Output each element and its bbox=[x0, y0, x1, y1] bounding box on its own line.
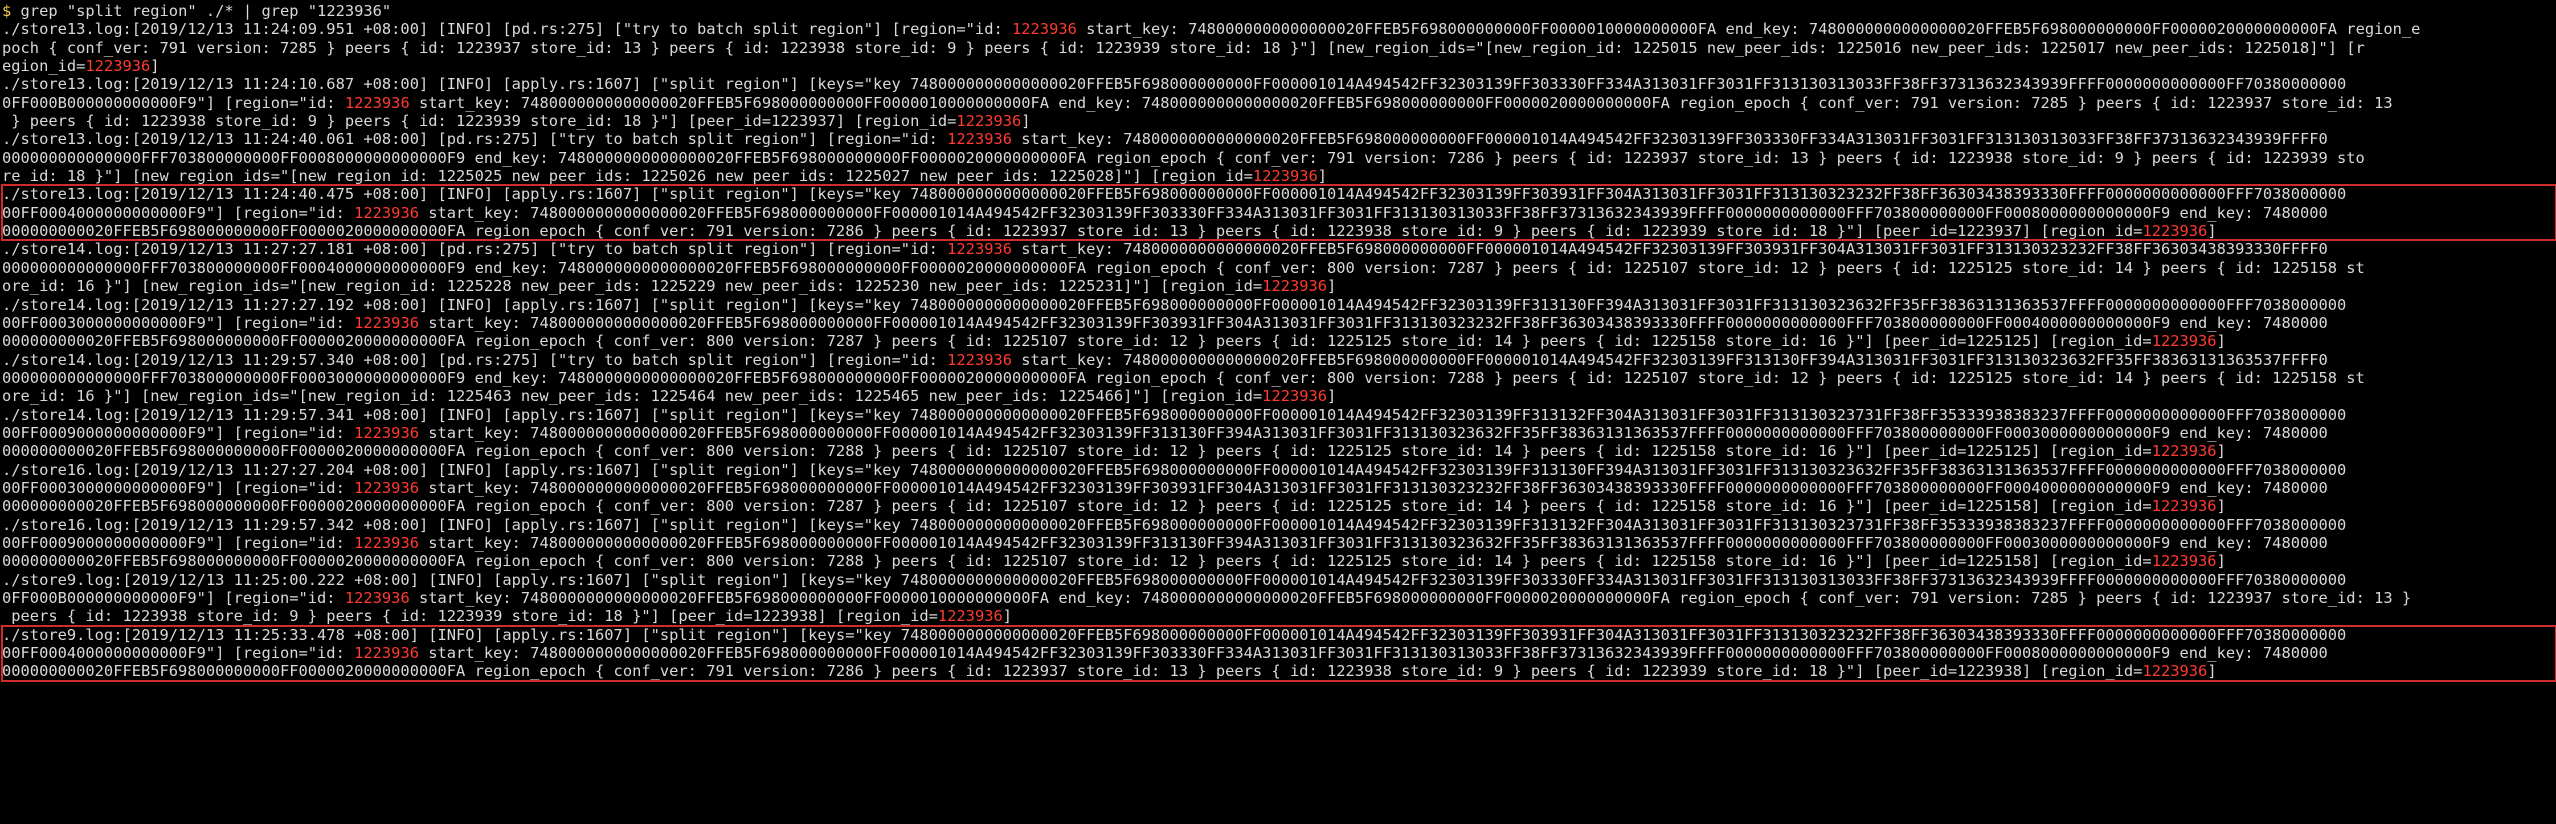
log-line: ./store13.log:[2019/12/13 11:24:09.951 +… bbox=[2, 20, 2421, 39]
log-line: re_id: 18 }"] [new_region_ids="[new_regi… bbox=[2, 167, 1328, 186]
log-line: 00FF0003000000000000F9"] [region="id: 12… bbox=[2, 313, 2328, 332]
log-line: egion_id=1223936] bbox=[2, 57, 160, 76]
highlighted-log-entry: ./store13.log:[2019/12/13 11:24:40.475 +… bbox=[1, 184, 2556, 242]
match-highlight: 1223936 bbox=[354, 533, 419, 552]
match-highlight: 1223936 bbox=[947, 350, 1013, 369]
log-line: ./store16.log:[2019/12/13 11:27:27.204 +… bbox=[2, 460, 2347, 479]
match-highlight: 1223936 bbox=[2151, 442, 2217, 461]
log-entry: ./store14.log:[2019/12/13 11:29:57.341 +… bbox=[2, 406, 2556, 461]
log-line: ./store9.log:[2019/12/13 11:25:00.222 +0… bbox=[2, 570, 2347, 589]
log-entry: ./store13.log:[2019/12/13 11:24:10.687 +… bbox=[2, 75, 2556, 130]
log-line: ./store14.log:[2019/12/13 11:29:57.340 +… bbox=[2, 350, 2328, 369]
highlighted-log-entry: ./store9.log:[2019/12/13 11:25:33.478 +0… bbox=[1, 624, 2556, 682]
log-entry: ./store16.log:[2019/12/13 11:29:57.342 +… bbox=[2, 516, 2556, 571]
match-highlight: 1223936 bbox=[947, 130, 1013, 149]
log-line: 000000000020FFEB5F698000000000FF00000200… bbox=[2, 497, 2226, 516]
log-line: 00FF0004000000000000F9"] [region="id: 12… bbox=[2, 644, 2328, 663]
match-highlight: 1223936 bbox=[2151, 332, 2217, 351]
grep-output: ./store13.log:[2019/12/13 11:24:09.951 +… bbox=[1, 20, 2556, 682]
match-highlight: 1223936 bbox=[2151, 497, 2217, 516]
log-line: 000000000000000FFF703800000000FF00040000… bbox=[2, 258, 2365, 277]
match-highlight: 1223936 bbox=[354, 478, 419, 497]
match-highlight: 1223936 bbox=[1262, 387, 1328, 406]
log-line: 000000000020FFEB5F698000000000FF00000200… bbox=[2, 662, 2217, 681]
log-line: ./store16.log:[2019/12/13 11:29:57.342 +… bbox=[2, 515, 2347, 534]
log-line: 00FF0009000000000000F9"] [region="id: 12… bbox=[2, 533, 2328, 552]
match-highlight: 1223936 bbox=[1252, 167, 1318, 186]
command-line: $ grep "split region" ./* | grep "122393… bbox=[2, 2, 2556, 20]
log-line: 000000000020FFEB5F698000000000FF00000200… bbox=[2, 552, 2226, 571]
match-highlight: 1223936 bbox=[2142, 662, 2208, 681]
match-highlight: 1223936 bbox=[85, 57, 151, 76]
log-line: ./store14.log:[2019/12/13 11:27:27.192 +… bbox=[2, 295, 2347, 314]
log-line: ./store13.log:[2019/12/13 11:24:10.687 +… bbox=[2, 75, 2347, 94]
match-highlight: 1223936 bbox=[354, 423, 419, 442]
log-line: 000000000020FFEB5F698000000000FF00000200… bbox=[2, 442, 2226, 461]
log-line: ./store9.log:[2019/12/13 11:25:33.478 +0… bbox=[2, 625, 2347, 644]
match-highlight: 1223936 bbox=[947, 240, 1013, 259]
match-highlight: 1223936 bbox=[344, 589, 410, 607]
log-entry: ./store9.log:[2019/12/13 11:25:00.222 +0… bbox=[2, 571, 2556, 626]
log-line: 000000000000000FFF703800000000FF00030000… bbox=[2, 368, 2365, 387]
match-highlight: 1223936 bbox=[2142, 222, 2208, 241]
log-line: 0FF000B000000000000F9"] [region="id: 122… bbox=[2, 93, 2393, 112]
log-line: 00FF0009000000000000F9"] [region="id: 12… bbox=[2, 423, 2328, 442]
match-highlight: 1223936 bbox=[937, 607, 1003, 626]
log-line: 0FF000B000000000000F9"] [region="id: 122… bbox=[2, 589, 2412, 607]
match-highlight: 1223936 bbox=[2151, 552, 2217, 571]
match-highlight: 1223936 bbox=[1012, 20, 1077, 39]
log-line: 00FF0004000000000000F9"] [region="id: 12… bbox=[2, 203, 2328, 222]
match-highlight: 1223936 bbox=[354, 313, 419, 332]
log-line: 000000000000000FFF703800000000FF00080000… bbox=[2, 148, 2365, 167]
match-highlight: 1223936 bbox=[956, 112, 1022, 131]
log-entry: ./store14.log:[2019/12/13 11:29:57.340 +… bbox=[2, 351, 2556, 406]
log-entry: ./store13.log:[2019/12/13 11:24:09.951 +… bbox=[2, 20, 2556, 75]
match-highlight: 1223936 bbox=[1262, 277, 1328, 296]
log-line: } peers { id: 1223938 store_id: 9 } peer… bbox=[2, 112, 1031, 131]
match-highlight: 1223936 bbox=[354, 644, 419, 663]
terminal-window[interactable]: $ grep "split region" ./* | grep "122393… bbox=[0, 0, 2556, 824]
log-line: 000000000020FFEB5F698000000000FF00000200… bbox=[2, 332, 2226, 351]
log-entry: ./store16.log:[2019/12/13 11:27:27.204 +… bbox=[2, 461, 2556, 516]
log-line: peers { id: 1223938 store_id: 9 } peers … bbox=[2, 607, 1013, 626]
log-line: ./store14.log:[2019/12/13 11:27:27.181 +… bbox=[2, 240, 2328, 259]
log-line: ore_id: 16 }"] [new_region_ids="[new_reg… bbox=[2, 387, 1337, 406]
match-highlight: 1223936 bbox=[344, 93, 410, 112]
log-line: ore_id: 16 }"] [new_region_ids="[new_reg… bbox=[2, 277, 1337, 296]
match-highlight: 1223936 bbox=[354, 203, 419, 222]
command-text: grep "split region" ./* | grep "1223936" bbox=[11, 2, 392, 20]
log-line: 00FF0003000000000000F9"] [region="id: 12… bbox=[2, 478, 2328, 497]
log-line: ./store13.log:[2019/12/13 11:24:40.475 +… bbox=[2, 185, 2347, 204]
log-entry: ./store13.log:[2019/12/13 11:24:40.061 +… bbox=[2, 130, 2556, 185]
log-line: ./store13.log:[2019/12/13 11:24:40.061 +… bbox=[2, 130, 2328, 149]
log-line: poch { conf_ver: 791 version: 7285 } pee… bbox=[2, 38, 2365, 57]
log-line: ./store14.log:[2019/12/13 11:29:57.341 +… bbox=[2, 405, 2347, 424]
prompt-symbol: $ bbox=[2, 2, 12, 20]
log-entry: ./store14.log:[2019/12/13 11:27:27.181 +… bbox=[2, 240, 2556, 295]
log-line: 000000000020FFEB5F698000000000FF00000200… bbox=[2, 222, 2217, 241]
log-entry: ./store14.log:[2019/12/13 11:27:27.192 +… bbox=[2, 296, 2556, 351]
